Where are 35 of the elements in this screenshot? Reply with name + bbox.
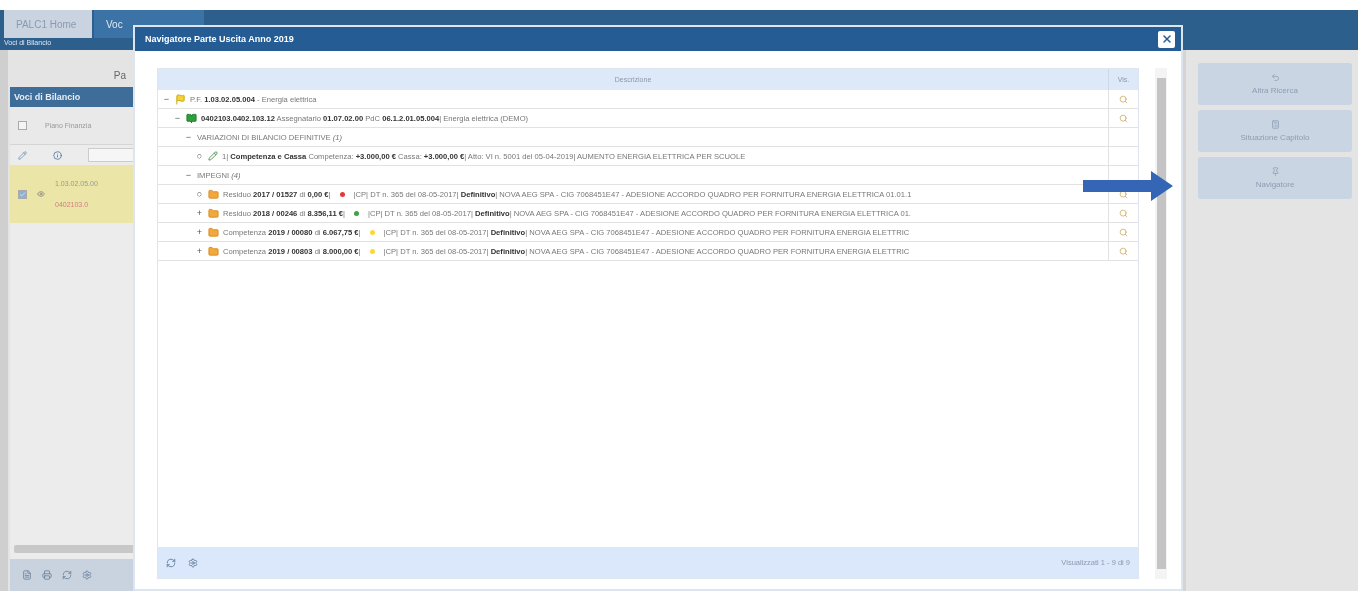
pin-icon [1270,167,1280,176]
folder-icon [208,188,219,200]
settings-icon[interactable] [188,557,198,568]
checkbox[interactable] [18,121,27,130]
close-icon [1160,33,1173,45]
scrollbar[interactable] [1155,68,1167,579]
book-icon [186,112,197,124]
tree-toggle[interactable]: + [195,246,204,256]
pencil-icon [208,151,218,161]
tree-toggle[interactable]: + [195,227,204,237]
folder-icon [208,207,219,219]
search-icon[interactable] [1119,189,1128,199]
calculator-icon [1270,120,1280,129]
print-icon[interactable] [42,570,52,580]
eye-icon[interactable] [37,190,45,198]
undo-icon [1270,73,1280,82]
flag-icon [175,93,186,105]
tree-toggle[interactable]: ○ [195,151,204,161]
tree-toggle[interactable]: + [195,208,204,218]
file-icon[interactable] [22,570,32,580]
folder-icon [208,245,219,257]
settings-icon[interactable] [82,570,92,580]
heading-text: Pa [113,70,126,81]
info-icon[interactable] [53,150,62,160]
tree-toggle[interactable]: ○ [195,189,204,199]
close-button[interactable] [1158,30,1175,48]
tree-toggle[interactable]: − [184,132,193,142]
refresh-icon[interactable] [166,557,176,568]
refresh-icon[interactable] [62,570,72,580]
pencil-icon[interactable] [18,150,27,160]
tree-toggle[interactable]: − [173,113,182,123]
tree-toggle[interactable]: − [162,94,171,104]
folder-icon [208,226,219,238]
checkbox[interactable] [18,189,27,199]
tree-toggle[interactable]: − [184,170,193,180]
